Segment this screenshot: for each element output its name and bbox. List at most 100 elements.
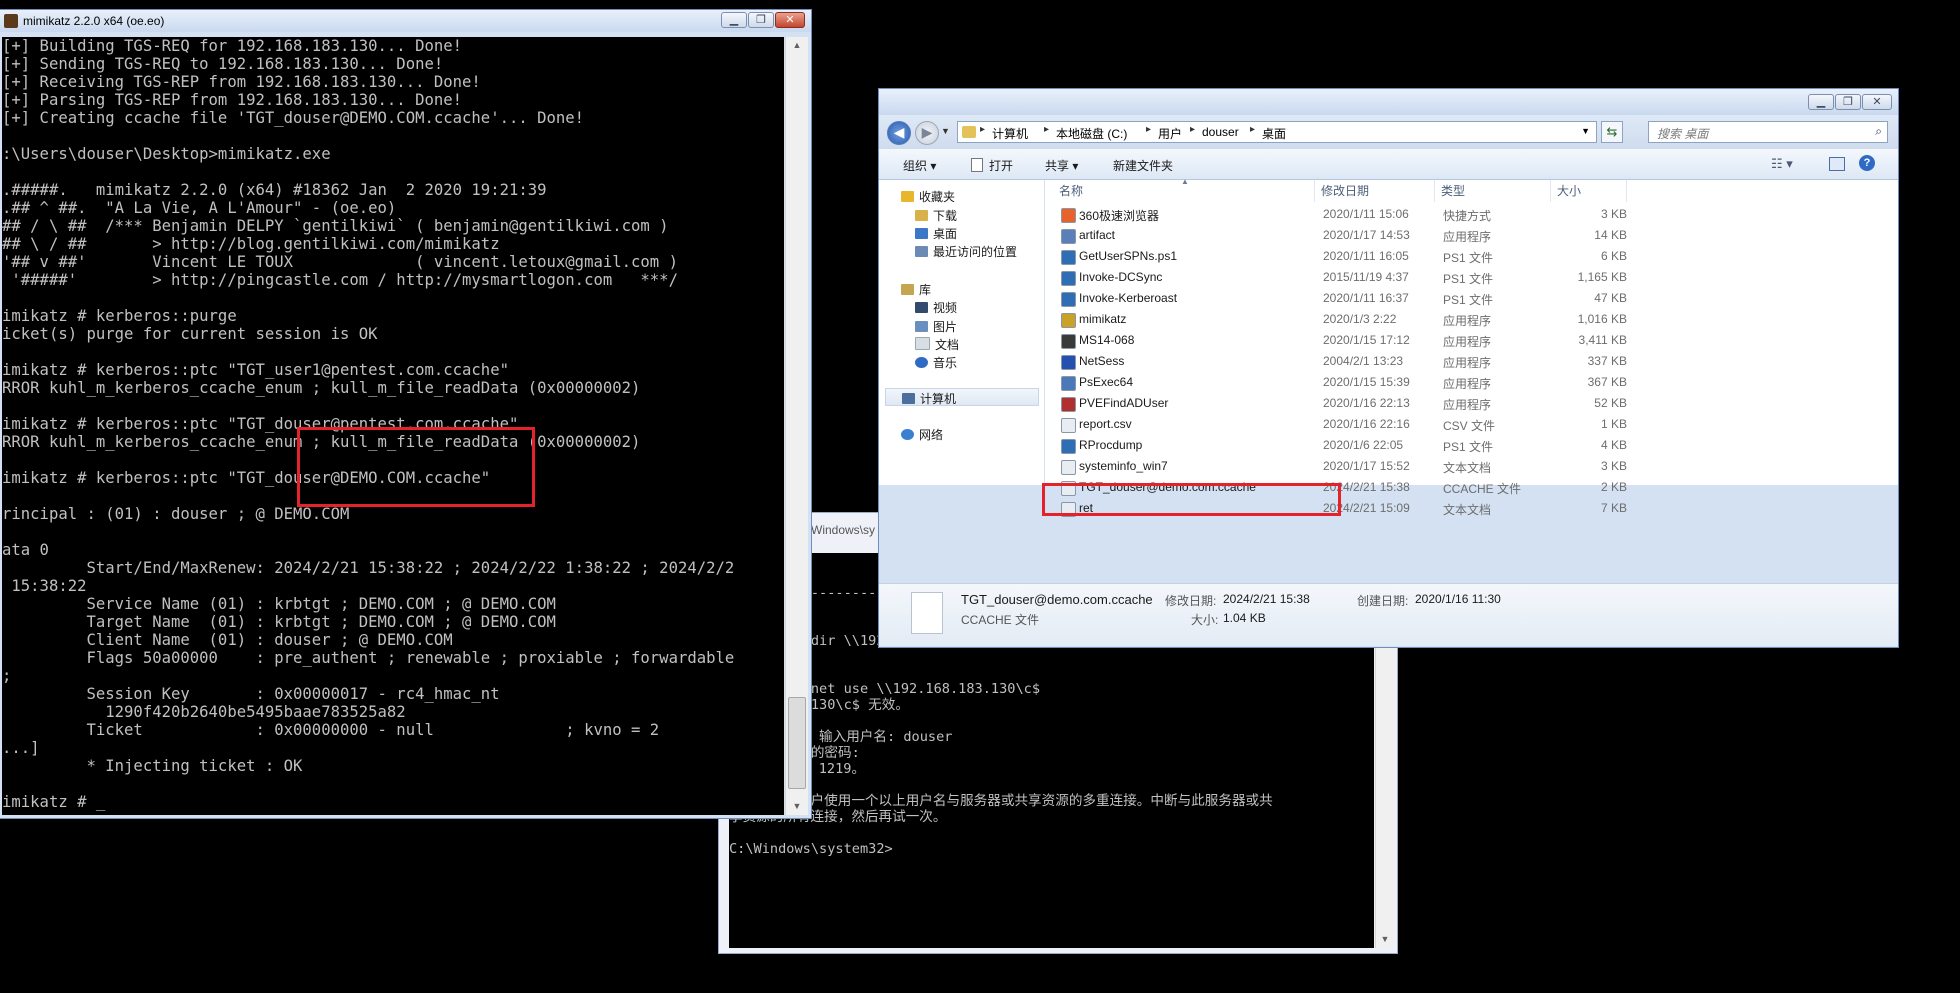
address-field[interactable]: ▸ 计算机 ▸ 本地磁盘 (C:) ▸ 用户 ▸ douser ▸ 桌面 ▼ [957,121,1597,143]
recent-places-icon [915,246,928,257]
file-name: Invoke-Kerberoast [1079,291,1178,305]
close-icon[interactable]: ✕ [1862,94,1892,110]
mimikatz-console-lines: [+] Building TGS-REQ for 192.168.183.130… [2,37,734,811]
column-type[interactable]: 类型 [1435,180,1551,202]
nav-network[interactable]: 网络 [901,426,943,443]
minimize-icon[interactable]: ▁ [1808,94,1834,110]
address-bar-row: ◀ ▶ ▼ ▸ 计算机 ▸ 本地磁盘 (C:) ▸ 用户 ▸ douser ▸ … [879,115,1898,149]
console-line: imikatz # kerberos::ptc "TGT_user1@pente… [2,361,509,379]
breadcrumb-users[interactable]: 用户 [1158,125,1182,142]
minimize-icon[interactable]: ▁ [721,12,747,28]
share-menu[interactable]: 共享 ▾ [1045,157,1078,174]
computer-icon [902,393,915,404]
breadcrumb-chevron-icon[interactable]: ▸ [980,124,985,135]
video-icon [915,302,928,313]
sort-ascending-icon: ▲ [1181,177,1189,186]
search-input[interactable]: 搜索 桌面 ⌕ [1648,121,1888,143]
explorer-titlebar[interactable]: ▁ ❐ ✕ [879,89,1898,115]
new-folder-button[interactable]: 新建文件夹 [1113,157,1173,174]
console-line: [+] Receiving TGS-REP from 192.168.183.1… [2,73,481,91]
mimikatz-titlebar[interactable]: mimikatz 2.2.0 x64 (oe.eo) ▁ ❐ ✕ [0,10,811,32]
console-line: icket(s) purge for current session is OK [2,325,378,343]
file-icon [1061,418,1076,433]
file-preview-icon [911,592,943,634]
cmd-window-title: Windows\sy [811,523,876,537]
file-size: 6 KB [1600,249,1627,263]
help-icon[interactable]: ? [1859,155,1875,171]
organize-menu[interactable]: 组织 ▾ [903,157,936,174]
file-type: 应用程序 [1443,230,1492,244]
file-row[interactable]: report.csv 2020/1/16 22:16 CSV 文件 1 KB [1053,416,1635,433]
file-icon [1061,292,1076,307]
nav-computer-row[interactable]: 计算机 [885,388,1039,406]
column-size[interactable]: 大小 [1551,180,1627,202]
file-row[interactable]: 360极速浏览器 2020/1/11 15:06 快捷方式 3 KB [1053,206,1635,223]
search-icon[interactable]: ⌕ [1875,124,1882,139]
maximize-icon[interactable]: ❐ [1835,94,1861,110]
breadcrumb-douser[interactable]: douser [1202,125,1239,139]
file-icon [1061,313,1076,328]
mimikatz-console[interactable]: [+] Building TGS-REQ for 192.168.183.130… [2,37,784,815]
desktop-icon [915,228,928,239]
nav-libraries[interactable]: 库 [901,281,931,298]
file-row[interactable]: MS14-068 2020/1/15 17:12 应用程序 3,411 KB [1053,332,1635,349]
file-size: 1,016 KB [1577,312,1627,326]
file-name: NetSess [1079,354,1125,368]
forward-arrow-icon[interactable]: ▶ [915,121,939,145]
breadcrumb-chevron-icon[interactable]: ▸ [1044,124,1049,135]
nav-recent[interactable]: 最近访问的位置 [915,243,1017,260]
breadcrumb-chevron-icon[interactable]: ▸ [1190,124,1195,135]
breadcrumb-local-disk[interactable]: 本地磁盘 (C:) [1056,125,1127,142]
file-row[interactable]: RProcdump 2020/1/6 22:05 PS1 文件 4 KB [1053,437,1635,454]
file-size: 1,165 KB [1577,270,1627,284]
console-line: ; [2,667,12,685]
scroll-thumb[interactable] [788,697,806,789]
nav-favorites[interactable]: 收藏夹 [901,188,955,205]
console-line: '#####' > http://pingcastle.com / http:/… [2,271,678,289]
file-size: 47 KB [1594,291,1627,305]
column-modified[interactable]: 修改日期 [1315,180,1435,202]
file-row[interactable]: mimikatz 2020/1/3 2:22 应用程序 1,016 KB [1053,311,1635,328]
open-button[interactable]: 打开 [989,157,1013,174]
file-type: 快捷方式 [1443,209,1492,223]
console-line: Start/End/MaxRenew: 2024/2/21 15:38:22 ;… [2,559,735,577]
preview-pane-icon[interactable] [1829,157,1845,171]
nav-pictures[interactable]: 图片 [915,318,957,335]
close-icon[interactable]: ✕ [775,12,805,28]
console-line: :\Users\douser\Desktop>mimikatz.exe [2,145,331,163]
breadcrumb-desktop[interactable]: 桌面 [1262,125,1286,142]
cmd-scroll-down-icon[interactable]: ▼ [1376,931,1394,948]
address-dropdown-icon[interactable]: ▼ [1581,126,1590,136]
breadcrumb-computer[interactable]: 计算机 [992,125,1028,142]
file-row[interactable]: PVEFindADUser 2020/1/16 22:13 应用程序 52 KB [1053,395,1635,412]
view-options-icon[interactable]: ☷ ▾ [1771,156,1793,172]
file-size: 367 KB [1587,375,1627,389]
nav-desktop[interactable]: 桌面 [915,225,957,242]
breadcrumb-chevron-icon[interactable]: ▸ [1250,124,1255,135]
nav-videos[interactable]: 视频 [915,299,957,316]
file-row[interactable]: GetUserSPNs.ps1 2020/1/11 16:05 PS1 文件 6 KB [1053,248,1635,265]
scroll-down-icon[interactable]: ▼ [786,798,808,815]
refresh-icon[interactable]: ⇆ [1601,121,1623,143]
mimikatz-scrollbar[interactable]: ▲ ▼ [785,37,808,815]
file-icon [1061,355,1076,370]
file-row[interactable]: NetSess 2004/2/1 13:23 应用程序 337 KB [1053,353,1635,370]
nav-music[interactable]: 音乐 [915,354,957,371]
nav-documents[interactable]: 文档 [915,336,959,353]
nav-downloads[interactable]: 下载 [915,207,957,224]
recent-pages-chevron-icon[interactable]: ▼ [941,126,950,136]
file-row[interactable]: PsExec64 2020/1/15 15:39 应用程序 367 KB [1053,374,1635,391]
back-arrow-icon[interactable]: ◀ [887,121,911,145]
nav-computer[interactable]: 计算机 [902,390,956,407]
folder-icon [962,126,976,138]
file-row[interactable]: Invoke-Kerberoast 2020/1/11 16:37 PS1 文件 47… [1053,290,1635,307]
console-line: ...] [2,739,40,757]
file-row[interactable]: Invoke-DCSync 2015/11/19 4:37 PS1 文件 1,165 … [1053,269,1635,286]
breadcrumb-chevron-icon[interactable]: ▸ [1146,124,1151,135]
cmd-console-line: C:\Windows\system32> [729,841,893,857]
scroll-up-icon[interactable]: ▲ [786,37,808,54]
maximize-icon[interactable]: ❐ [748,12,774,28]
file-row[interactable]: artifact 2020/1/17 14:53 应用程序 14 KB [1053,227,1635,244]
file-row[interactable]: systeminfo_win7 2020/1/17 15:52 文本文档 3 KB [1053,458,1635,475]
